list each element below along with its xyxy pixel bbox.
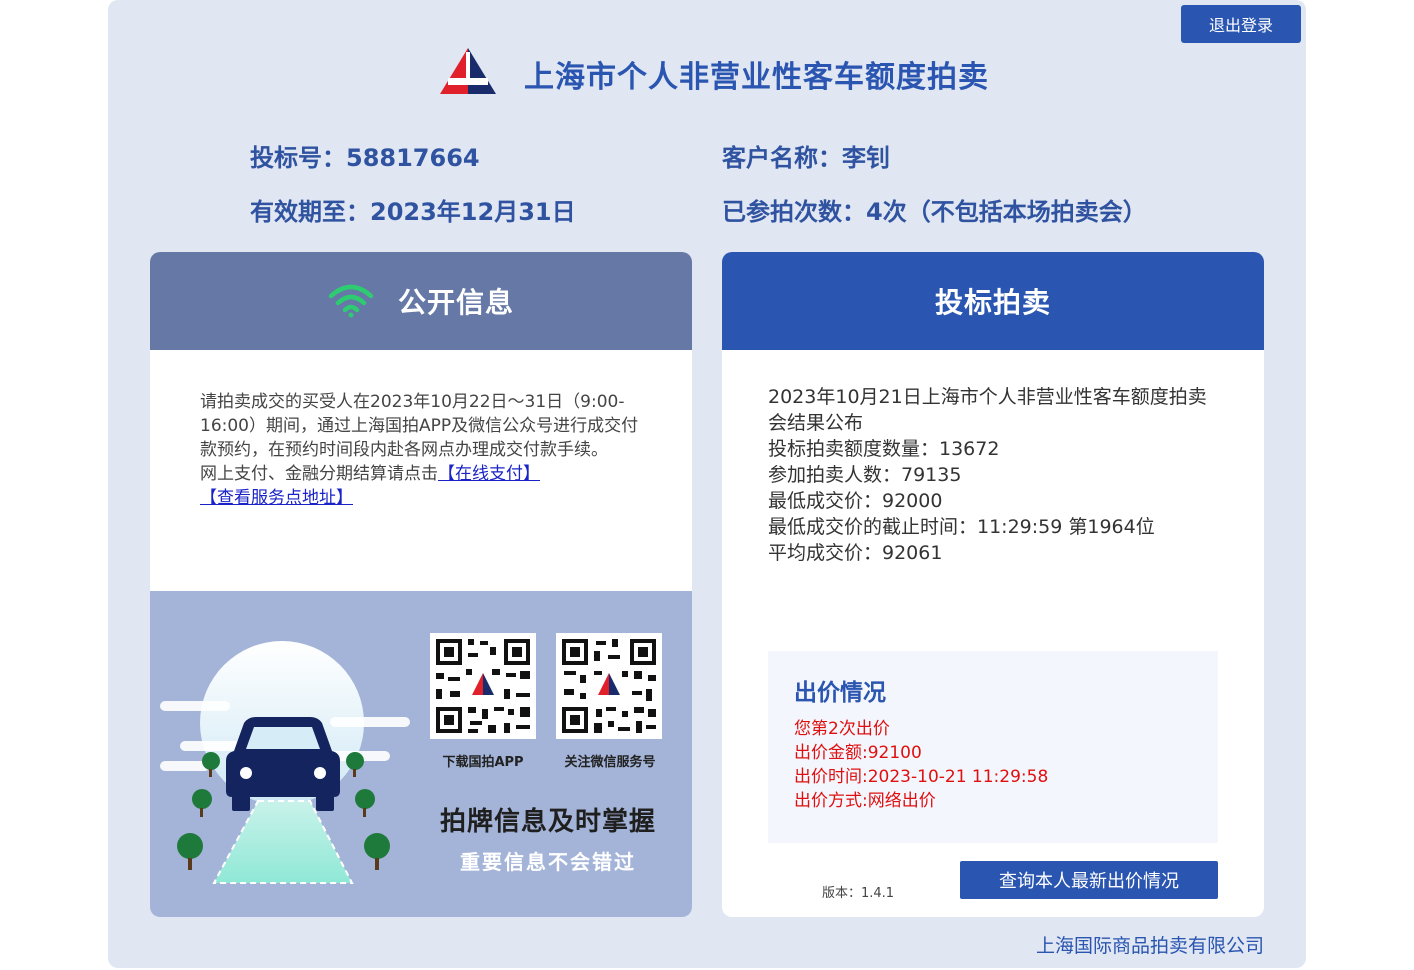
logout-button[interactable]: 退出登录: [1181, 5, 1301, 43]
wechat-qr-label: 关注微信服务号: [564, 755, 656, 770]
notice-text: 请拍卖成交的买受人在2023年10月22日～31日（9:00-16:00）期间，…: [200, 392, 639, 460]
bid-status-line: 出价时间:2023-10-21 11:29:58: [794, 767, 1049, 787]
company-footer: 上海国际商品拍卖有限公司: [1035, 935, 1264, 957]
public-info-title: 公开信息: [397, 286, 514, 319]
app-qr-code: [430, 633, 536, 739]
customer-name: 客户名称：李钊: [722, 144, 890, 172]
public-info-header: 公开信息: [150, 252, 692, 350]
public-info-panel: 公开信息 请拍卖成交的买受人在2023年10月22日～31日（9:00-16:0…: [150, 252, 692, 917]
auction-result: 2023年10月21日上海市个人非营业性客车额度拍卖会结果公布 投标拍卖额度数量…: [768, 384, 1218, 566]
bid-status-line: 出价金额:92100: [794, 743, 922, 763]
page-title: 上海市个人非营业性客车额度拍卖: [524, 60, 989, 95]
slogan-main: 拍牌信息及时掌握: [439, 807, 656, 837]
app-qr-label: 下载国拍APP: [442, 755, 524, 770]
result-line: 投标拍卖额度数量：13672: [768, 438, 1000, 460]
bid-auction-title: 投标拍卖: [934, 286, 1051, 319]
result-line: 2023年10月21日上海市个人非营业性客车额度拍卖会结果公布: [768, 386, 1207, 434]
wifi-icon: [328, 284, 374, 318]
wechat-qr-code: [556, 633, 662, 739]
result-line: 平均成交价：92061: [768, 542, 943, 564]
bid-status-line: 出价方式:网络出价: [794, 791, 936, 811]
payment-prefix: 网上支付、金融分期结算请点击: [200, 464, 438, 484]
result-line: 参加拍卖人数：79135: [768, 464, 962, 486]
bid-number: 投标号：58817664: [250, 144, 480, 172]
service-points-link[interactable]: 【查看服务点地址】: [200, 488, 353, 508]
valid-until: 有效期至：2023年12月31日: [250, 198, 576, 226]
result-line: 最低成交价的截止时间：11:29:59 第1964位: [768, 516, 1155, 538]
result-line: 最低成交价：92000: [768, 490, 943, 512]
payment-notice: 请拍卖成交的买受人在2023年10月22日～31日（9:00-16:00）期间，…: [200, 390, 642, 510]
slogan-sub: 重要信息不会错过: [460, 850, 636, 874]
bid-status-lines: 您第2次出价 出价金额:92100 出价时间:2023-10-21 11:29:…: [794, 717, 1048, 813]
query-latest-bid-button[interactable]: 查询本人最新出价情况: [960, 861, 1218, 899]
bid-status-title: 出价情况: [794, 680, 886, 706]
bid-auction-panel: 投标拍卖 2023年10月21日上海市个人非营业性客车额度拍卖会结果公布 投标拍…: [722, 252, 1264, 917]
bid-status-line: 您第2次出价: [794, 719, 890, 739]
car-illustration: [160, 641, 410, 884]
participation-count: 已参拍次数：4次（不包括本场拍卖会）: [722, 198, 1147, 226]
app-promo-banner: 下载国拍APP 关注微信服务号 拍牌信息及时掌握 重要信息不会错过: [150, 591, 692, 917]
bid-auction-header: 投标拍卖: [722, 252, 1264, 350]
online-pay-link[interactable]: 【在线支付】: [438, 464, 540, 484]
bid-status-box: 出价情况 您第2次出价 出价金额:92100 出价时间:2023-10-21 1…: [768, 651, 1218, 843]
version-label: 版本：1.4.1: [822, 886, 895, 901]
auction-logo: [440, 48, 496, 94]
